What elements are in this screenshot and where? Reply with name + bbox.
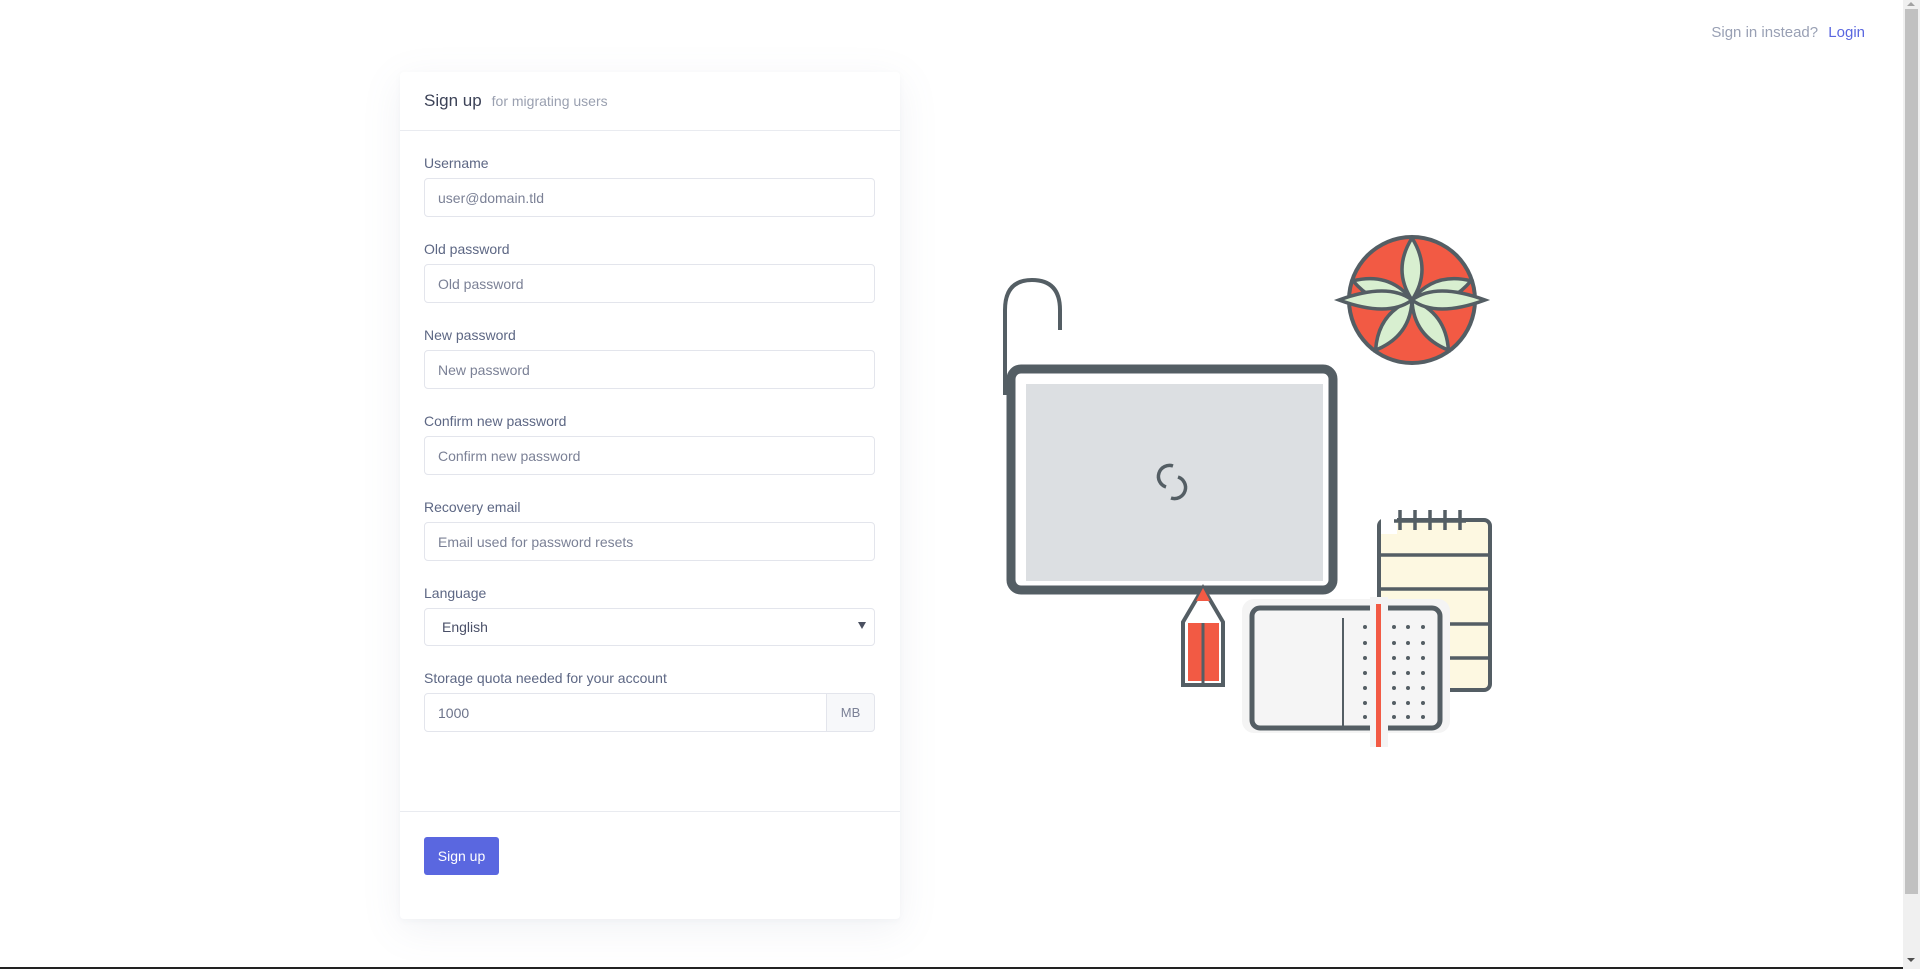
old-password-label: Old password [424, 241, 510, 257]
confirm-password-label: Confirm new password [424, 413, 567, 429]
old-password-input[interactable] [424, 264, 875, 303]
language-group: Language English [424, 585, 876, 646]
card-header: Sign up for migrating users [400, 72, 900, 131]
signup-button[interactable]: Sign up [424, 837, 499, 875]
quota-label: Storage quota needed for your account [424, 670, 667, 686]
old-password-group: Old password [424, 241, 876, 303]
recovery-email-group: Recovery email [424, 499, 876, 561]
quota-unit: MB [827, 693, 875, 732]
page-subtitle: for migrating users [491, 93, 608, 109]
signup-card: Sign up for migrating users Username Old… [400, 72, 900, 919]
confirm-password-input[interactable] [424, 436, 875, 475]
quota-input[interactable] [424, 693, 827, 732]
scrollbar-thumb[interactable] [1905, 9, 1918, 894]
pencil-icon [1181, 584, 1225, 687]
confirm-password-group: Confirm new password [424, 413, 876, 475]
scroll-down-icon[interactable] [1907, 958, 1915, 962]
username-label: Username [424, 155, 489, 171]
quota-input-group: MB [424, 693, 875, 732]
illustration [1003, 234, 1492, 747]
new-password-label: New password [424, 327, 516, 343]
notebook-icon [1242, 597, 1450, 747]
scroll-up-icon[interactable] [1907, 2, 1915, 6]
new-password-group: New password [424, 327, 876, 389]
sign-in-prompt: Sign in instead? [1711, 24, 1819, 41]
recovery-email-input[interactable] [424, 522, 875, 561]
card-footer: Sign up [400, 812, 900, 900]
laptop-icon [1003, 277, 1338, 595]
language-select[interactable]: English [424, 608, 875, 646]
page-title: Sign up [424, 91, 482, 110]
language-label: Language [424, 585, 487, 601]
vertical-scrollbar[interactable] [1903, 0, 1920, 969]
username-group: Username [424, 155, 876, 217]
quota-group: Storage quota needed for your account MB [424, 670, 876, 732]
caret-down-icon [858, 622, 866, 629]
topbar: Sign in instead? Login [1711, 24, 1865, 41]
new-password-input[interactable] [424, 350, 875, 389]
plant-icon [1333, 234, 1491, 365]
signup-form: Username Old password New password Confi… [400, 131, 900, 812]
username-input[interactable] [424, 178, 875, 217]
language-selected-value: English [442, 619, 488, 635]
recovery-email-label: Recovery email [424, 499, 521, 515]
login-link[interactable]: Login [1828, 24, 1865, 41]
